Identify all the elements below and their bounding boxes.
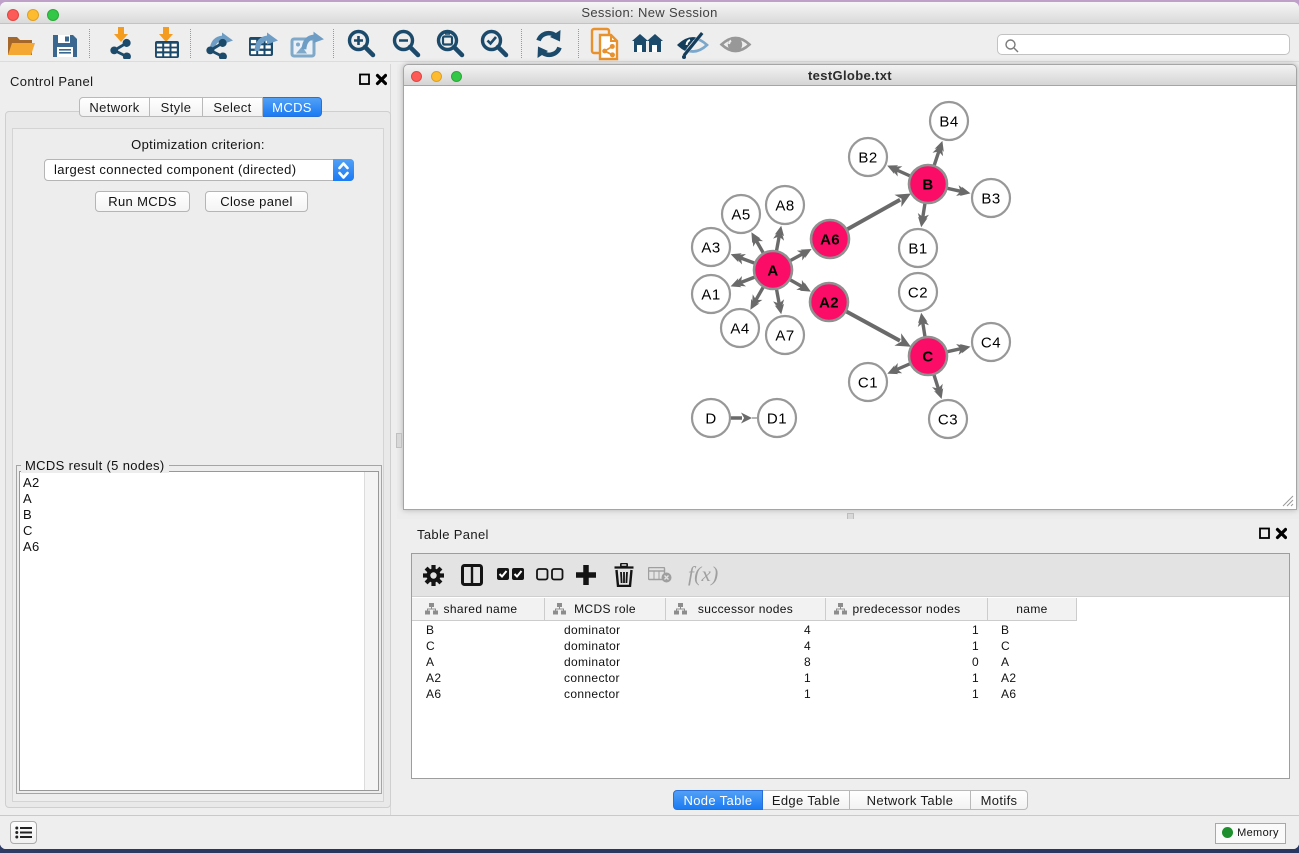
- svg-text:A1: A1: [701, 287, 720, 304]
- svg-text:A6: A6: [820, 232, 840, 249]
- svg-text:A2: A2: [819, 295, 839, 312]
- svg-text:A8: A8: [775, 198, 794, 215]
- svg-text:A: A: [767, 263, 778, 280]
- svg-text:A3: A3: [701, 240, 720, 257]
- svg-text:A7: A7: [775, 328, 794, 345]
- svg-text:C: C: [922, 349, 933, 366]
- svg-text:C1: C1: [858, 375, 878, 392]
- svg-text:B2: B2: [858, 150, 877, 167]
- svg-text:B1: B1: [908, 241, 927, 258]
- svg-text:A4: A4: [730, 321, 749, 338]
- svg-text:A5: A5: [731, 207, 750, 224]
- svg-text:B3: B3: [981, 191, 1000, 208]
- svg-text:B: B: [922, 177, 933, 194]
- svg-text:B4: B4: [939, 114, 958, 131]
- svg-text:D: D: [705, 411, 716, 428]
- svg-text:C3: C3: [938, 412, 958, 429]
- svg-text:D1: D1: [767, 411, 787, 428]
- svg-text:C2: C2: [908, 285, 928, 302]
- svg-text:C4: C4: [981, 335, 1001, 352]
